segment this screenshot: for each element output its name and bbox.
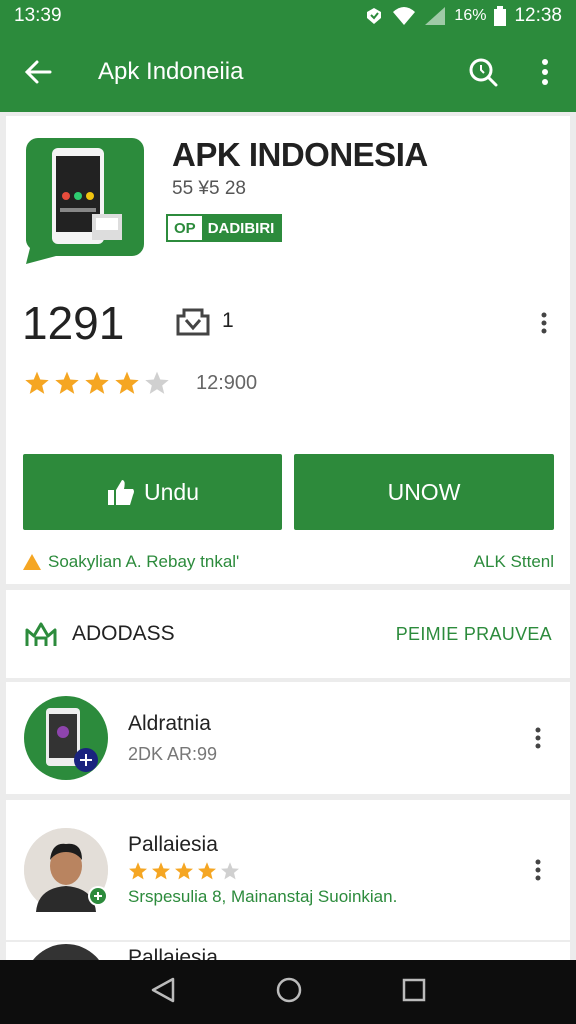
star-empty-icon — [221, 862, 239, 880]
circle-home-icon — [276, 977, 302, 1002]
list-item-subtitle: 2DK AR:99 — [128, 743, 218, 764]
square-recents-icon — [402, 978, 426, 1001]
triangle-back-icon — [151, 977, 175, 1002]
star-filled-icon — [85, 371, 109, 394]
install-stat: 1 — [176, 306, 234, 336]
download-count: 1291 — [22, 297, 125, 349]
star-filled-icon — [25, 371, 49, 394]
more-vert-icon — [542, 59, 548, 85]
warning-icon — [23, 554, 41, 570]
undu-label: Undu — [144, 478, 199, 505]
unow-label: UNOW — [387, 478, 461, 505]
rating-count: 12:900 — [196, 371, 258, 394]
overflow-menu-button[interactable] — [514, 32, 576, 112]
avatar — [24, 828, 108, 912]
nav-recents-button[interactable] — [401, 977, 427, 1008]
more-vert-icon — [541, 312, 547, 334]
notice-row: Soakylian A. Rebay tnkal' ALK Sttenl — [22, 552, 554, 572]
star-filled-icon — [55, 371, 79, 394]
list-item[interactable]: Pallaiesia Srspesulia 8, Mainanstaj Suoi… — [6, 800, 570, 940]
crown-icon — [25, 622, 57, 646]
app-detail-card: APK INDONESIA 55 ¥5 28 OP DADIBIRI 1291 … — [6, 116, 570, 584]
notice-text: Soakylian A. Rebay tnkal' — [48, 552, 240, 571]
nav-home-button[interactable] — [275, 976, 303, 1009]
notification-icon — [364, 6, 384, 26]
navigation-bar — [0, 960, 576, 1024]
section-link[interactable]: PEIMIE PRAUVEA — [396, 624, 552, 645]
arrow-left-icon — [24, 60, 52, 84]
undu-button[interactable]: Undu — [23, 454, 282, 530]
star-rating — [128, 861, 524, 881]
list-item-title: Pallaiesia — [128, 833, 218, 856]
badge-right: DADIBIRI — [201, 216, 281, 240]
search-icon — [469, 58, 498, 87]
app-bar: Apk Indoneiia — [0, 32, 576, 112]
avatar — [24, 944, 108, 960]
list-item[interactable]: Aldratnia 2DK AR:99 — [6, 682, 570, 794]
star-filled-icon — [129, 862, 147, 880]
hero-more-button[interactable] — [540, 312, 548, 339]
list-item-title: Pallaiesia — [128, 946, 218, 960]
list-item[interactable]: Pallaiesia — [6, 942, 570, 960]
star-empty-icon — [145, 371, 169, 394]
list-item-more-button[interactable] — [524, 859, 552, 881]
status-bar: 13:39 16% 12:38 — [0, 0, 576, 32]
back-button[interactable] — [0, 32, 76, 112]
rating-row: 12:900 — [24, 370, 257, 396]
content-badge: OP DADIBIRI — [166, 214, 283, 242]
star-filled-icon — [115, 371, 139, 394]
section-title: ADODASS — [72, 622, 175, 645]
status-time-left: 13:39 — [14, 5, 62, 26]
section-header: ADODASS PEIMIE PRAUVEA — [6, 590, 570, 678]
list-item-more-button[interactable] — [524, 727, 552, 749]
install-count: 1 — [222, 309, 234, 332]
thumbs-up-icon — [108, 480, 134, 505]
battery-percent: 16% — [454, 7, 487, 24]
star-filled-icon — [152, 862, 170, 880]
nav-back-button[interactable] — [149, 976, 177, 1009]
app-thumbnail — [24, 696, 108, 780]
download-box-icon — [176, 308, 210, 336]
system-icons: 16% 12:38 — [364, 5, 562, 27]
list-item-subtitle: Srspesulia 8, Mainanstaj Suoinkian. — [128, 887, 398, 906]
signal-icon — [424, 6, 446, 26]
app-icon[interactable] — [25, 138, 145, 264]
app-bar-title: Apk Indoneiia — [98, 58, 244, 85]
star-filled-icon — [175, 862, 193, 880]
list-item-title: Aldratnia — [128, 711, 211, 735]
battery-icon — [494, 6, 507, 26]
star-rating — [24, 370, 170, 396]
more-vert-icon — [535, 727, 541, 749]
unow-button[interactable]: UNOW — [294, 454, 554, 530]
app-name: APK INDONESIA — [172, 136, 428, 173]
status-time-right: 12:38 — [514, 5, 562, 26]
wifi-icon — [392, 6, 416, 26]
app-meta: 55 ¥5 28 — [172, 178, 246, 199]
notice-link[interactable]: ALK Sttenl — [474, 552, 554, 572]
badge-left: OP — [168, 216, 202, 240]
more-vert-icon — [535, 859, 541, 881]
search-button[interactable] — [452, 32, 514, 112]
star-filled-icon — [198, 862, 216, 880]
